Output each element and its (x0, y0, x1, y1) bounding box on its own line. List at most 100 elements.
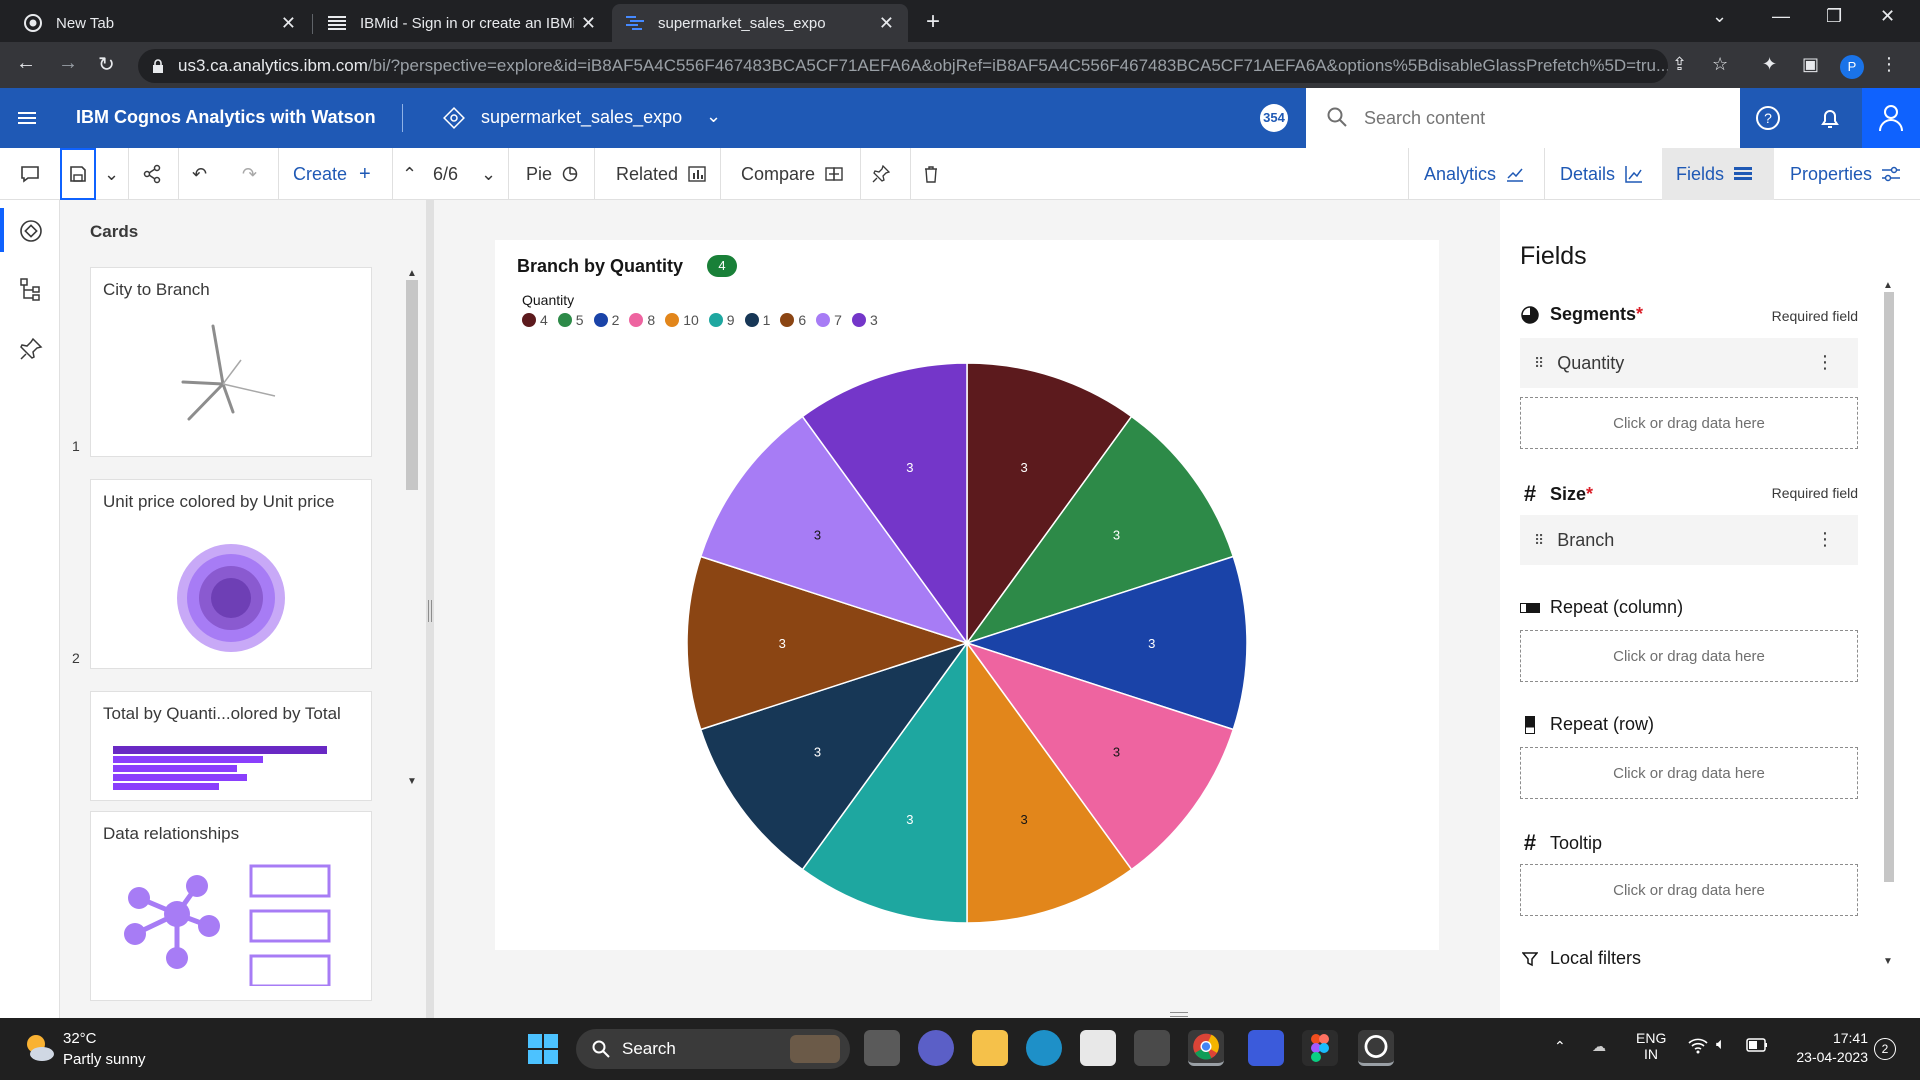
card-city-to-branch[interactable]: City to Branch (90, 267, 372, 457)
delete-trash-icon[interactable] (922, 148, 940, 200)
chart-card[interactable]: Branch by Quantity 4 Quantity 4 5 2 8 10 9 1 6 7… (495, 240, 1439, 950)
notification-count-badge[interactable]: 354 (1260, 104, 1288, 132)
compare-button[interactable]: Compare (741, 148, 843, 200)
segments-drop-zone[interactable]: Click or drag data here (1520, 397, 1858, 449)
battery-icon[interactable] (1746, 1038, 1768, 1055)
weather-temp[interactable]: 32°C (63, 1030, 97, 1047)
microsoft-store-icon[interactable] (1080, 1030, 1116, 1066)
page-indicator: 6/6 (433, 163, 459, 184)
hamburger-menu-icon[interactable] (18, 108, 38, 128)
cards-scrollbar-thumb[interactable] (406, 280, 418, 490)
save-chevron-down-icon[interactable]: ⌄ (104, 148, 119, 200)
bookmark-star-icon[interactable]: ☆ (1712, 54, 1728, 75)
teams-chat-icon[interactable] (918, 1030, 954, 1066)
repeat-row-drop-zone[interactable]: Click or drag data here (1520, 747, 1858, 799)
close-icon[interactable]: ✕ (879, 13, 894, 34)
repeat-column-drop-zone[interactable]: Click or drag data here (1520, 630, 1858, 682)
tab-new-tab[interactable]: New Tab ✕ (10, 4, 310, 42)
chevron-down-icon[interactable]: ⌄ (706, 106, 721, 127)
weather-sun-cloud-icon[interactable] (20, 1030, 56, 1066)
toolbar-divider (910, 148, 911, 200)
lock-icon[interactable] (152, 59, 164, 73)
taskbar-search[interactable]: Search (576, 1029, 850, 1069)
wifi-icon[interactable] (1688, 1038, 1708, 1057)
drag-handle-icon[interactable]: ⠿ (1534, 355, 1544, 372)
size-field-pill[interactable]: ⠿ Branch ⋮ (1520, 515, 1858, 565)
notification-badge[interactable]: 2 (1874, 1038, 1896, 1060)
card-data-relationships[interactable]: Data relationships (90, 811, 372, 1001)
bottom-panel-grip[interactable] (1170, 1012, 1188, 1017)
new-tab-plus-icon[interactable]: + (926, 8, 940, 36)
overflow-menu-icon[interactable]: ⋮ (1816, 529, 1834, 550)
tab-analytics[interactable]: Analytics (1410, 148, 1544, 200)
restore-icon[interactable]: ❐ (1826, 6, 1842, 27)
fields-scrollbar-thumb[interactable] (1884, 292, 1894, 882)
tab-search-chevron-icon[interactable]: ⌄ (1712, 6, 1727, 27)
redo-icon[interactable]: ↷ (242, 148, 257, 200)
search-input[interactable] (1364, 102, 1704, 134)
tab-fields[interactable]: Fields (1662, 148, 1774, 200)
system-clock[interactable]: 17:41 23-04-2023 (1788, 1030, 1868, 1065)
overflow-menu-icon[interactable]: ⋮ (1816, 352, 1834, 373)
side-panel-icon[interactable]: ▣ (1802, 54, 1819, 75)
chevron-down-icon[interactable]: ⌄ (481, 148, 496, 200)
back-arrow-icon[interactable]: ← (16, 52, 36, 75)
tab-properties-label: Properties (1790, 163, 1873, 184)
close-icon[interactable]: ✕ (281, 13, 296, 34)
drag-handle-icon[interactable]: ⠿ (1534, 532, 1544, 549)
search-bar[interactable] (1306, 88, 1740, 148)
tab-supermarket[interactable]: supermarket_sales_expo ✕ (612, 4, 908, 42)
card-total-by-quantity[interactable]: Total by Quanti...olored by Total (90, 691, 372, 801)
comment-icon[interactable] (20, 148, 40, 200)
edge-browser-icon[interactable] (1026, 1030, 1062, 1066)
help-icon[interactable]: ? (1754, 104, 1782, 132)
pin-icon[interactable] (872, 148, 890, 200)
windows-start-icon[interactable] (528, 1034, 558, 1064)
share-nodes-icon[interactable] (142, 148, 162, 200)
chrome-menu-icon[interactable]: ⋮ (1880, 54, 1898, 75)
undo-icon[interactable]: ↶ (192, 148, 207, 200)
show-hidden-icons-chevron[interactable]: ⌃ (1554, 1038, 1566, 1055)
tooltip-drop-zone[interactable]: Click or drag data here (1520, 864, 1858, 916)
local-filters-label[interactable]: Local filters (1520, 948, 1641, 969)
app-m-icon[interactable] (1248, 1030, 1284, 1066)
close-icon[interactable]: ✕ (581, 13, 596, 34)
chevron-up-icon[interactable]: ⌃ (402, 148, 417, 200)
create-button[interactable]: Create + (293, 148, 371, 200)
tab-ibmid[interactable]: IBMid - Sign in or create an IBMid ✕ (314, 4, 610, 42)
related-button[interactable]: Related (616, 148, 706, 200)
viz-type-button[interactable]: Pie (526, 148, 578, 200)
pin-icon[interactable] (18, 336, 44, 362)
forward-arrow-icon[interactable]: → (58, 52, 78, 75)
minimize-icon[interactable]: — (1772, 6, 1790, 27)
segments-field-pill[interactable]: ⠿ Quantity ⋮ (1520, 338, 1858, 388)
chrome-taskbar-icon[interactable] (1188, 1030, 1224, 1066)
datasource-name[interactable]: supermarket_sales_expo (481, 107, 682, 128)
bell-icon[interactable] (1816, 104, 1844, 132)
task-view-icon[interactable] (864, 1030, 900, 1066)
volume-icon[interactable]: 🔈︎ (1716, 1036, 1726, 1054)
app-circle-icon[interactable] (1358, 1030, 1394, 1066)
tooltip-text: Tooltip (1550, 832, 1603, 853)
save-button[interactable] (60, 148, 96, 200)
file-explorer-icon[interactable] (972, 1030, 1008, 1066)
figma-icon[interactable] (1302, 1030, 1338, 1066)
app-hex-icon[interactable] (1134, 1030, 1170, 1066)
cards-icon[interactable] (18, 218, 44, 244)
share-icon[interactable]: ⇪ (1672, 54, 1687, 75)
tab-properties[interactable]: Properties (1776, 148, 1920, 200)
language-indicator[interactable]: ENG IN (1636, 1030, 1666, 1062)
address-bar[interactable]: us3.ca.analytics.ibm.com/bi/?perspective… (138, 49, 1668, 83)
network-error-icon[interactable]: ☁ (1592, 1038, 1606, 1055)
window-close-icon[interactable]: ✕ (1880, 6, 1895, 27)
splitter-grip[interactable] (428, 600, 432, 622)
tab-details[interactable]: Details (1546, 148, 1662, 200)
card-unit-price[interactable]: Unit price colored by Unit price (90, 479, 372, 669)
user-account-button[interactable] (1862, 88, 1920, 148)
hierarchy-icon[interactable] (18, 276, 44, 302)
profile-avatar[interactable]: P (1840, 55, 1864, 79)
bar-thumbnail (113, 746, 327, 790)
weather-condition[interactable]: Partly sunny (63, 1051, 146, 1068)
reload-icon[interactable]: ↻ (98, 52, 115, 77)
extensions-icon[interactable]: ✦ (1762, 54, 1777, 75)
